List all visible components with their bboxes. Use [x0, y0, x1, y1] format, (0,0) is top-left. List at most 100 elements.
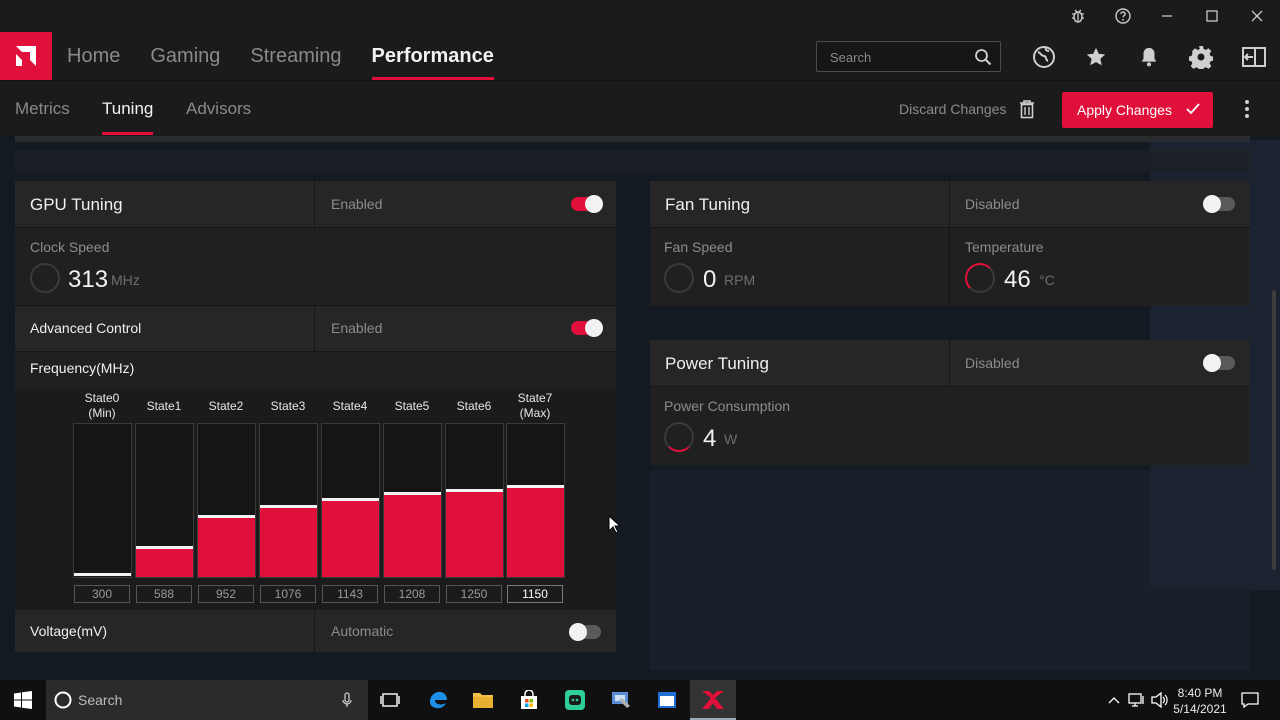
cortana-icon [54, 691, 72, 714]
search-icon[interactable] [974, 48, 992, 71]
main-nav: Home Gaming Streaming Performance [52, 32, 509, 80]
frequency-slider[interactable] [445, 423, 504, 578]
state-label: State5 [394, 399, 430, 413]
collapsed-section-edge [15, 136, 1250, 142]
frequency-slider[interactable] [135, 423, 194, 578]
amd-logo[interactable] [0, 32, 52, 80]
frequency-value-input[interactable]: 1250 [446, 585, 502, 603]
gpu-tuning-header: GPU Tuning Enabled [15, 181, 616, 228]
edge-browser-icon[interactable] [426, 688, 450, 712]
fan-speed-gauge [664, 263, 694, 293]
power-tuning-state: Disabled [965, 355, 1020, 371]
tab-tuning[interactable]: Tuning [102, 81, 154, 137]
apply-changes-button[interactable]: Apply Changes [1062, 92, 1213, 128]
frequency-value-input[interactable]: 300 [74, 585, 130, 603]
clock-time: 8:40 PM [1177, 686, 1223, 700]
tab-metrics[interactable]: Metrics [15, 81, 70, 137]
fan-tuning-toggle[interactable] [1203, 195, 1235, 213]
globe-icon[interactable] [1031, 44, 1057, 70]
frequency-value-input[interactable]: 1208 [384, 585, 440, 603]
clock-speed-unit: MHz [111, 272, 140, 288]
taskbar-search-placeholder: Search [78, 692, 123, 708]
show-hidden-icons-icon[interactable] [1102, 688, 1126, 712]
voltage-title: Voltage(mV) [30, 623, 108, 639]
clock-speed-label: Clock Speed [30, 239, 110, 255]
game-app-icon[interactable] [563, 688, 587, 712]
state-label: State1 [146, 399, 182, 413]
divider [949, 181, 950, 228]
collapsed-section-row [15, 150, 1250, 172]
scrollbar[interactable] [1272, 290, 1276, 570]
divider [314, 181, 315, 228]
search-input[interactable]: Search [816, 41, 1001, 72]
mouse-cursor-icon [608, 514, 622, 539]
tab-advisors[interactable]: Advisors [186, 81, 251, 137]
power-consumption-unit: W [724, 431, 738, 447]
frequency-slider[interactable] [73, 423, 132, 578]
temperature-value: 46 [1004, 266, 1031, 293]
frequency-value-input[interactable]: 1150 [507, 585, 563, 603]
bug-report-icon[interactable] [1066, 4, 1090, 28]
tab-gaming[interactable]: Gaming [150, 32, 220, 80]
minimize-icon[interactable] [1155, 4, 1179, 28]
power-tuning-toggle[interactable] [1203, 354, 1235, 372]
divider [949, 340, 950, 387]
maximize-icon[interactable] [1200, 4, 1224, 28]
store-icon[interactable] [517, 688, 541, 712]
trash-icon[interactable] [1019, 99, 1035, 124]
discard-changes-button[interactable]: Discard Changes [899, 101, 1006, 117]
power-consumption-label: Power Consumption [664, 398, 791, 414]
temperature-unit: °C [1039, 272, 1055, 288]
frequency-slider[interactable] [383, 423, 442, 578]
layout-icon[interactable] [1241, 44, 1267, 70]
close-icon[interactable] [1245, 4, 1269, 28]
voltage-toggle[interactable] [569, 623, 601, 641]
gear-icon[interactable] [1188, 44, 1214, 70]
tab-home[interactable]: Home [67, 32, 120, 80]
power-tuning-header: Power Tuning Disabled [650, 340, 1250, 387]
more-options-icon[interactable] [1244, 99, 1250, 124]
amd-software-taskbar-button[interactable] [690, 680, 736, 720]
frequency-value-input[interactable]: 1143 [322, 585, 378, 603]
help-icon[interactable] [1111, 4, 1135, 28]
frequency-slider[interactable] [506, 423, 565, 578]
system-tool-icon[interactable] [609, 688, 633, 712]
taskbar: Search 8:40 PM 5/14/2021 [0, 680, 1280, 720]
advanced-control-toggle[interactable] [571, 319, 603, 337]
fan-tuning-title: Fan Tuning [665, 195, 751, 214]
star-icon[interactable] [1083, 44, 1109, 70]
bell-icon[interactable] [1136, 44, 1162, 70]
frequency-slider[interactable] [259, 423, 318, 578]
frequency-slider[interactable] [321, 423, 380, 578]
state-label: State0 (Min) [84, 391, 120, 420]
search-placeholder: Search [830, 50, 872, 65]
frequency-value-input[interactable]: 952 [198, 585, 254, 603]
frequency-value-input[interactable]: 588 [136, 585, 192, 603]
frequency-value-input[interactable]: 1076 [260, 585, 316, 603]
gpu-tuning-title: GPU Tuning [30, 195, 123, 214]
temperature-label: Temperature [965, 239, 1044, 255]
windows-start-icon[interactable] [11, 688, 35, 712]
advanced-control-title: Advanced Control [30, 320, 142, 336]
divider [314, 610, 315, 652]
file-explorer-icon[interactable] [471, 688, 495, 712]
state-label: State2 [208, 399, 244, 413]
checkmark-icon [1185, 101, 1201, 120]
gpu-tuning-toggle[interactable] [571, 195, 603, 213]
state-label: State4 [332, 399, 368, 413]
power-consumption-gauge [664, 422, 694, 452]
sub-nav: Metrics Tuning Advisors Discard Changes … [0, 80, 1280, 136]
taskbar-search-input[interactable]: Search [46, 680, 368, 720]
gpu-tuning-state: Enabled [331, 196, 383, 212]
frequency-slider[interactable] [197, 423, 256, 578]
task-view-icon[interactable] [378, 688, 402, 712]
system-clock[interactable]: 8:40 PM 5/14/2021 [1168, 685, 1232, 717]
notifications-icon[interactable] [1238, 688, 1262, 712]
network-icon[interactable] [1125, 688, 1149, 712]
clock-speed-gauge [30, 263, 60, 293]
microphone-icon[interactable] [342, 692, 352, 713]
window-app-icon[interactable] [655, 688, 679, 712]
tab-performance[interactable]: Performance [371, 32, 495, 80]
power-tuning-title: Power Tuning [665, 354, 769, 373]
tab-streaming[interactable]: Streaming [250, 32, 341, 80]
